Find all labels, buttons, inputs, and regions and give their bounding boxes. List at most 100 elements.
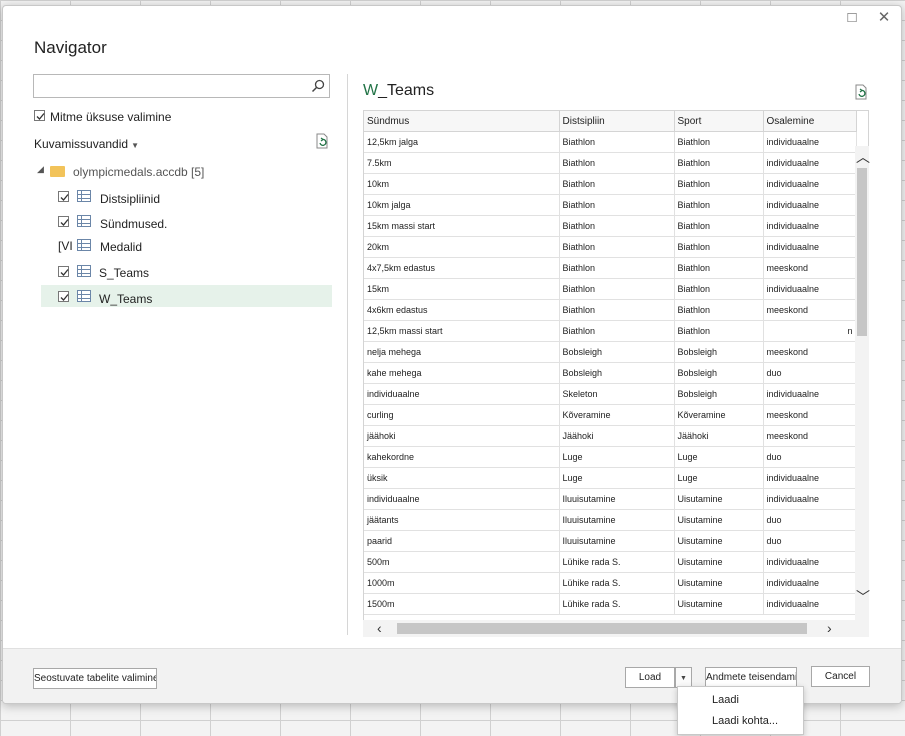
table-cell: Biathlon (559, 320, 675, 342)
tree-item-checkbox[interactable] (58, 191, 69, 202)
column-header[interactable]: Osalemine (763, 111, 857, 132)
table-cell: Uisutamine (674, 509, 764, 531)
table-cell: Biathlon (674, 131, 764, 153)
table-cell: jäähoki (364, 425, 560, 447)
collapse-caret-icon[interactable]: ◢ (37, 164, 44, 175)
pane-divider[interactable] (347, 74, 348, 635)
vertical-scroll-thumb[interactable] (857, 168, 867, 336)
check-icon (60, 269, 69, 276)
table-cell: Biathlon (559, 173, 675, 195)
table-cell: Skeleton (559, 383, 675, 405)
table-cell: individuaalne (763, 194, 857, 216)
preview-title: W_Teams (363, 82, 434, 100)
table-row: 4x7,5km edastus Biathlon Biathlon meeskond (364, 257, 857, 279)
table-cell: Biathlon (559, 236, 675, 258)
load-menu: Laadi Laadi kohta... (677, 686, 804, 735)
table-cell: Uisutamine (674, 551, 764, 573)
table-row: 12,5km jalga Biathlon Biathlon individuaaln… (364, 131, 857, 153)
multi-select-checkbox[interactable] (34, 110, 45, 121)
table-row: 4x6km edastus Biathlon Biathlon meeskond (364, 299, 857, 321)
table-cell: Lühike rada S. (559, 572, 675, 594)
table-cell: Uisutamine (674, 488, 764, 510)
preview-refresh-icon[interactable] (853, 84, 869, 100)
table-row: jäätants Iluuisutamine Uisutamine duo (364, 509, 857, 531)
table-cell: Luge (674, 446, 764, 468)
table-cell: individuaalne (763, 131, 857, 153)
table-cell: Biathlon (674, 152, 764, 174)
check-icon (60, 219, 69, 226)
column-header[interactable]: Sport (674, 111, 764, 132)
caret-down-icon: ▼ (680, 675, 687, 682)
scroll-down-icon[interactable]: ﹀ (856, 590, 870, 604)
table-icon (77, 215, 91, 227)
table-icon (77, 190, 91, 202)
search-input[interactable] (33, 74, 330, 98)
horizontal-scrollbar[interactable]: ‹ › (363, 620, 869, 637)
table-cell: Uisutamine (674, 593, 764, 615)
table-row: individuaalne Iluuisutamine Uisutamine indi… (364, 488, 857, 510)
tree-root-label[interactable]: olympicmedals.accdb [5] (73, 165, 204, 179)
preview-title-prefix: W (363, 82, 379, 99)
table-cell: Lühike rada S. (559, 551, 675, 573)
table-cell: Biathlon (559, 257, 675, 279)
multi-select-label: Mitme üksuse valimine (50, 110, 172, 124)
table-cell: Iluuisutamine (559, 488, 675, 510)
scroll-right-icon[interactable]: › (827, 621, 832, 635)
load-button[interactable]: Load (625, 667, 675, 688)
navigator-dialog: □ ✕ Navigator Mitme üksuse valimine Kuva… (2, 5, 902, 704)
table-cell: Biathlon (674, 215, 764, 237)
table-cell: Kõveramine (559, 404, 675, 426)
menu-item-load[interactable]: Laadi (712, 694, 739, 706)
table-cell: 15km (364, 278, 560, 300)
scroll-left-icon[interactable]: ‹ (377, 621, 382, 635)
horizontal-scroll-thumb[interactable] (397, 623, 807, 634)
table-cell: 4x7,5km edastus (364, 257, 560, 279)
table-cell: Uisutamine (674, 572, 764, 594)
table-row: paarid Iluuisutamine Uisutamine duo (364, 530, 857, 552)
preview-title-rest: _Teams (378, 82, 435, 99)
table-cell: Bobsleigh (674, 362, 764, 384)
table-cell: 10km jalga (364, 194, 560, 216)
table-icon (77, 265, 91, 277)
vertical-scrollbar[interactable]: ︿ ﹀ (855, 146, 870, 620)
table-row: 12,5km massi start Biathlon Biathlon n (364, 320, 857, 342)
table-cell: nelja mehega (364, 341, 560, 363)
table-icon (77, 290, 91, 302)
tree-item-checkbox[interactable] (58, 216, 69, 227)
scroll-up-icon[interactable]: ︿ (856, 150, 870, 164)
table-cell: 4x6km edastus (364, 299, 560, 321)
tree-item-checkbox[interactable] (58, 266, 69, 277)
table-cell: 10km (364, 173, 560, 195)
table-cell: individuaalne (364, 488, 560, 510)
table-cell: Bobsleigh (559, 341, 675, 363)
column-header[interactable]: Distsipliin (559, 111, 675, 132)
table-row: 15km Biathlon Biathlon individuaalne (364, 278, 857, 300)
display-options-dropdown[interactable]: Kuvamissuvandid ▼ (34, 137, 139, 151)
search-icon[interactable] (311, 79, 325, 93)
menu-item-load-to[interactable]: Laadi kohta... (712, 715, 778, 727)
table-cell: Luge (559, 446, 675, 468)
check-icon (36, 113, 45, 120)
maximize-icon[interactable]: □ (844, 10, 860, 25)
table-cell: Luge (674, 467, 764, 489)
table-row: 7.5km Biathlon Biathlon individuaalne (364, 152, 857, 174)
tree-item-checkbox-glyph[interactable]: [VI (58, 239, 73, 253)
table-cell: üksik (364, 467, 560, 489)
column-header[interactable]: Sündmus (364, 111, 560, 132)
close-icon[interactable]: ✕ (876, 10, 892, 25)
table-cell: 15km massi start (364, 215, 560, 237)
table-row: kahe mehega Bobsleigh Bobsleigh duo (364, 362, 857, 384)
check-icon (60, 194, 69, 201)
table-cell: Iluuisutamine (559, 509, 675, 531)
table-cell: duo (763, 509, 857, 531)
refresh-icon[interactable] (314, 133, 330, 149)
tree-item-checkbox[interactable] (58, 291, 69, 302)
tree-item-label: Sündmused. (100, 217, 168, 231)
cancel-button[interactable]: Cancel (811, 666, 870, 687)
table-row: 500m Lühike rada S. Uisutamine individuaaln… (364, 551, 857, 573)
load-dropdown-button[interactable]: ▼ (675, 667, 692, 688)
display-options-label: Kuvamissuvandid (34, 137, 129, 151)
transform-data-button[interactable]: Andmete teisendamine (705, 667, 797, 688)
select-related-tables-button[interactable]: Seostuvate tabelite valimine (33, 668, 157, 689)
table-cell: individuaalne (763, 173, 857, 195)
